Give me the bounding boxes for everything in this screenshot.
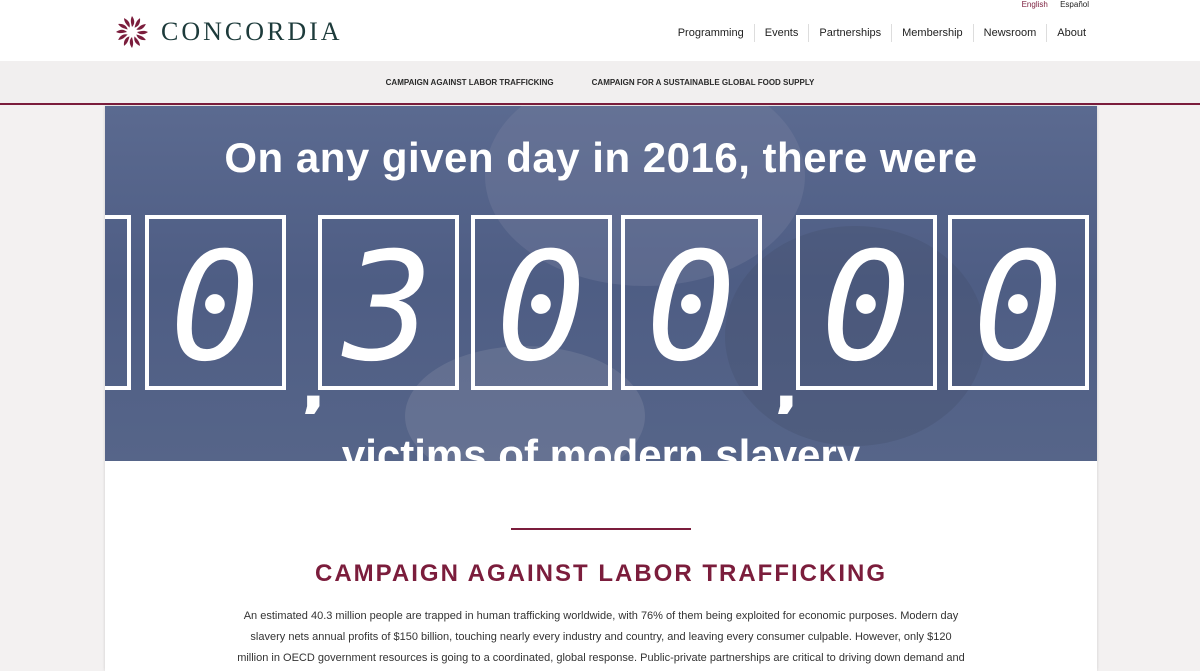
hero-banner: On any given day in 2016, there were 0 ,… (105, 106, 1097, 461)
campaign-subnav: CAMPAIGN AGAINST LABOR TRAFFICKING CAMPA… (0, 61, 1200, 105)
nav-item-partnerships[interactable]: Partnerships (808, 24, 891, 42)
main-nav: Programming Events Partnerships Membersh… (668, 24, 1096, 42)
subnav-food-supply[interactable]: CAMPAIGN FOR A SUSTAINABLE GLOBAL FOOD S… (592, 78, 815, 87)
counter-box: 0 (621, 215, 762, 395)
victim-counter: 0 , 3 0 0 , 0 0 (105, 215, 1089, 414)
counter-box: 3 (318, 215, 459, 395)
site-header: English Español CONCORDIA Programming Ev (0, 0, 1200, 61)
counter-digit: 0 (821, 221, 911, 395)
counter-digit: 0 (170, 221, 260, 395)
subnav-labor-trafficking[interactable]: CAMPAIGN AGAINST LABOR TRAFFICKING (386, 78, 554, 87)
hero-headline: On any given day in 2016, there were (224, 134, 978, 181)
counter-box: 0 (948, 215, 1089, 395)
counter-digit: 0 (646, 221, 736, 395)
counter-digit: 0 (496, 221, 586, 395)
section-divider (511, 528, 691, 530)
nav-item-events[interactable]: Events (753, 24, 809, 42)
counter-box: 0 (471, 215, 612, 395)
hero-footline: victims of modern slavery (341, 431, 861, 461)
nav-item-newsroom[interactable]: Newsroom (972, 24, 1047, 42)
section-body: An estimated 40.3 million people are tra… (237, 610, 965, 664)
counter-comma: , (773, 344, 800, 414)
counter-digit: 0 (973, 221, 1063, 395)
brand-wordmark: CONCORDIA (161, 17, 343, 46)
counter-digit: 3 (341, 221, 433, 395)
concordia-logo[interactable]: CONCORDIA (115, 15, 343, 49)
nav-item-programming[interactable]: Programming (668, 24, 754, 42)
concordia-emblem-icon (116, 16, 148, 48)
section-title: CAMPAIGN AGAINST LABOR TRAFFICKING (315, 560, 887, 587)
counter-comma: , (300, 344, 327, 414)
counter-box: 0 (796, 215, 937, 395)
nav-item-membership[interactable]: Membership (891, 24, 973, 42)
nav-item-about[interactable]: About (1046, 24, 1096, 42)
counter-box: 0 (145, 215, 286, 395)
language-spanish-link[interactable]: Español (1060, 0, 1089, 9)
language-switcher: English Español (1012, 0, 1089, 9)
counter-box (105, 215, 131, 390)
content-card: On any given day in 2016, there were 0 ,… (105, 106, 1097, 671)
language-english-link[interactable]: English (1022, 0, 1048, 9)
